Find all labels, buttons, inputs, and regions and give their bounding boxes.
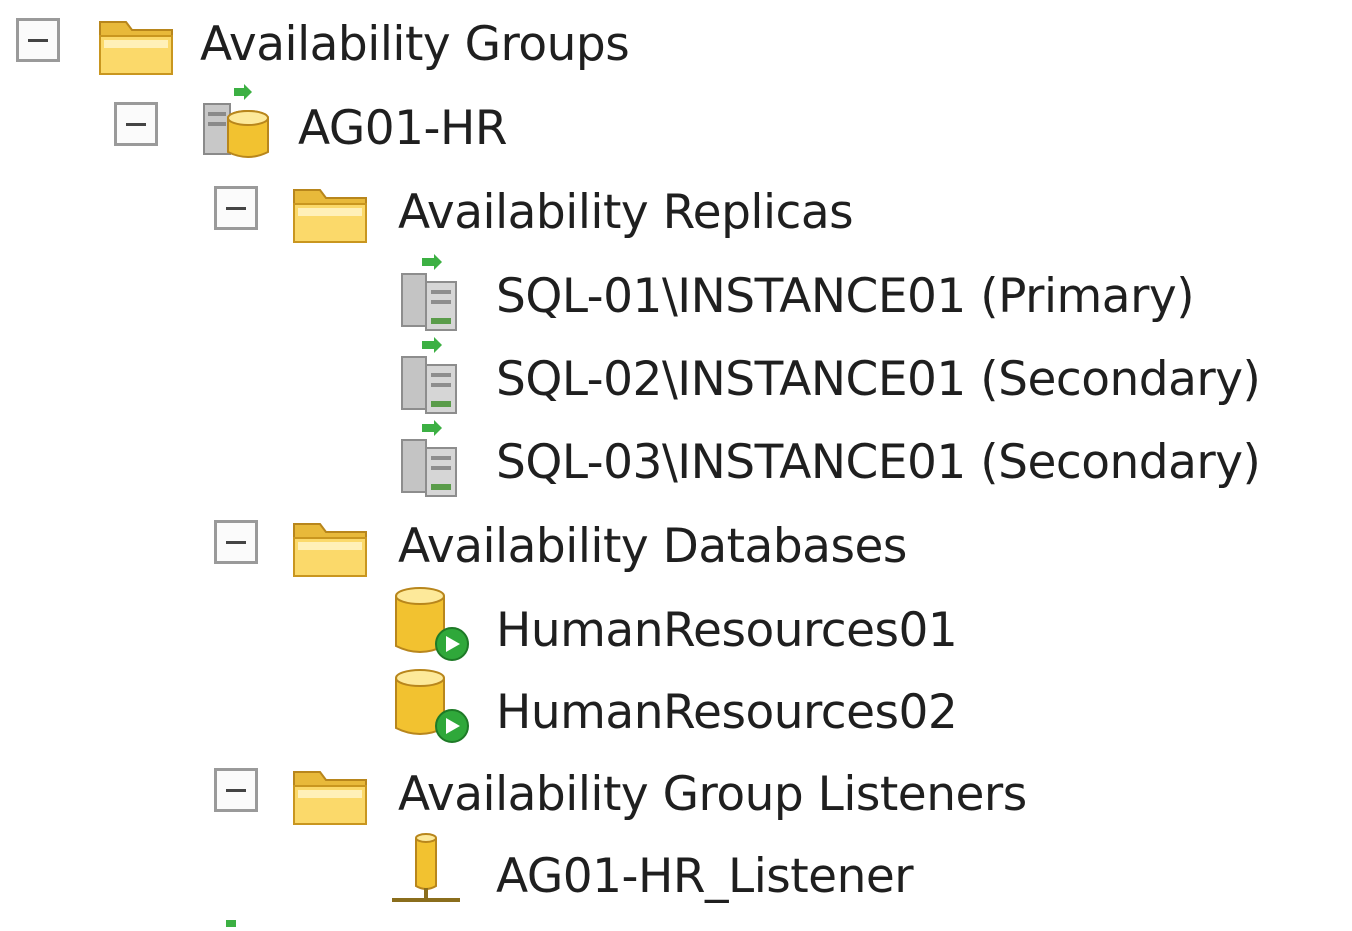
folder-icon xyxy=(96,8,176,80)
tree-node-label: Availability Groups xyxy=(200,17,630,72)
partial-tree-node-icon xyxy=(220,912,260,927)
tree-node-label: SQL-02\INSTANCE01 (Secondary) xyxy=(496,352,1261,407)
replica-server-icon xyxy=(396,252,476,331)
collapse-toggle[interactable] xyxy=(214,520,258,564)
database-synchronized-icon xyxy=(390,664,470,743)
folder-icon xyxy=(290,510,370,582)
collapse-toggle[interactable] xyxy=(114,102,158,146)
collapse-toggle[interactable] xyxy=(214,186,258,230)
tree-node-label: SQL-01\INSTANCE01 (Primary) xyxy=(496,269,1195,324)
tree-node-availability-groups[interactable]: Availability Groups xyxy=(0,8,700,78)
replica-server-icon xyxy=(396,335,476,414)
tree-node-listener[interactable]: AG01-HR_Listener xyxy=(0,833,980,910)
tree-node-label: AG01-HR_Listener xyxy=(496,849,914,904)
tree-node-label: Availability Databases xyxy=(398,519,907,574)
listener-icon xyxy=(386,830,466,902)
tree-node-label: Availability Group Listeners xyxy=(398,767,1027,822)
tree-node-label: Availability Replicas xyxy=(398,185,854,240)
availability-group-icon xyxy=(196,82,276,158)
tree-node-replica[interactable]: SQL-03\INSTANCE01 (Secondary) xyxy=(0,420,1350,497)
database-synchronized-icon xyxy=(390,582,470,661)
tree-node-availability-replicas[interactable]: Availability Replicas xyxy=(0,176,900,246)
tree-node-replica[interactable]: SQL-01\INSTANCE01 (Primary) xyxy=(0,254,1290,331)
tree-node-replica[interactable]: SQL-02\INSTANCE01 (Secondary) xyxy=(0,337,1350,414)
replica-server-icon xyxy=(396,418,476,497)
tree-node-label: HumanResources01 xyxy=(496,603,958,658)
tree-node-availability-group-listeners[interactable]: Availability Group Listeners xyxy=(0,758,1080,828)
object-explorer-tree: Availability Groups AG01-HR Availability… xyxy=(0,0,1352,927)
tree-node-availability-databases[interactable]: Availability Databases xyxy=(0,510,960,580)
folder-icon xyxy=(290,758,370,830)
tree-node-label: AG01-HR xyxy=(298,101,508,156)
collapse-toggle[interactable] xyxy=(16,18,60,62)
tree-node-label: HumanResources02 xyxy=(496,685,958,740)
tree-node-database[interactable]: HumanResources01 xyxy=(0,587,1000,664)
collapse-toggle[interactable] xyxy=(214,768,258,812)
folder-icon xyxy=(290,176,370,248)
tree-node-database[interactable]: HumanResources02 xyxy=(0,669,1000,746)
tree-node-label: SQL-03\INSTANCE01 (Secondary) xyxy=(496,435,1261,490)
tree-node-ag01-hr[interactable]: AG01-HR xyxy=(0,84,600,162)
